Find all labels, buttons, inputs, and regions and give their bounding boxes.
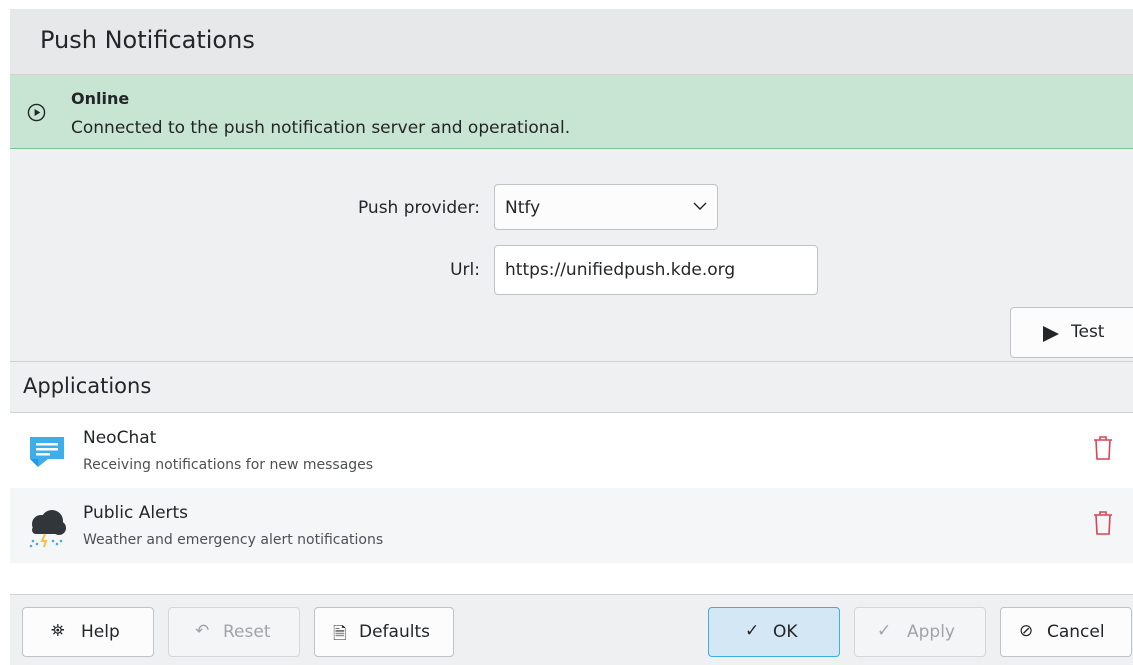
settings-panel: Push provider: Ntfy Url: Test	[10, 149, 1133, 362]
cancel-icon: ⊘	[1019, 621, 1034, 641]
list-item[interactable]: NeoChat Receiving notifications for new …	[10, 413, 1133, 488]
push-provider-label: Push provider:	[357, 198, 480, 218]
defaults-button-label: Defaults	[359, 622, 430, 642]
apply-button[interactable]: ✓ Apply	[854, 607, 986, 657]
status-message: Connected to the push notification serve…	[71, 118, 571, 138]
trash-icon[interactable]	[1092, 510, 1114, 536]
trash-icon[interactable]	[1092, 435, 1114, 461]
page-header: Push Notifications	[10, 9, 1133, 75]
url-label: Url:	[450, 260, 480, 280]
reset-button-label: Reset	[223, 622, 271, 642]
chevron-down-icon	[693, 202, 707, 210]
app-description: Receiving notifications for new messages	[83, 457, 374, 473]
help-button-label: Help	[81, 622, 120, 642]
list-item[interactable]: Public Alerts Weather and emergency aler…	[10, 488, 1133, 563]
apply-button-label: Apply	[907, 622, 955, 642]
page-title: Push Notifications	[40, 26, 255, 54]
status-title: Online	[71, 89, 130, 108]
test-button-label: Test	[1071, 322, 1105, 342]
ok-button-label: OK	[773, 622, 798, 642]
url-input[interactable]	[494, 245, 818, 295]
app-name: Public Alerts	[83, 503, 189, 523]
ok-button[interactable]: ✓ OK	[708, 607, 840, 657]
undo-icon: ↶	[195, 621, 210, 641]
push-provider-value: Ntfy	[505, 198, 541, 218]
checkmark-icon: ✓	[877, 621, 892, 641]
play-circle-icon	[27, 103, 46, 122]
checkmark-icon: ✓	[745, 621, 760, 641]
defaults-button[interactable]: 🗎 Defaults	[314, 607, 454, 657]
test-button[interactable]: Test	[1010, 307, 1133, 358]
applications-header: Applications	[10, 362, 1133, 413]
reset-button[interactable]: ↶ Reset	[168, 607, 300, 657]
neochat-icon	[30, 437, 64, 467]
help-button[interactable]: ⛯ Help	[22, 607, 154, 657]
document-revert-icon: 🗎	[333, 624, 347, 644]
help-icon: ⛯	[51, 621, 65, 641]
weather-alert-icon	[29, 510, 66, 548]
dialog-button-bar: ⛯ Help ↶ Reset 🗎 Defaults ✓ OK ✓ Apply ⊘…	[10, 594, 1133, 665]
cancel-button[interactable]: ⊘ Cancel	[1000, 607, 1132, 657]
status-banner: Online Connected to the push notificatio…	[10, 75, 1133, 149]
play-icon	[1043, 326, 1059, 342]
app-name: NeoChat	[83, 428, 157, 448]
cancel-button-label: Cancel	[1047, 622, 1105, 642]
applications-title: Applications	[23, 374, 152, 398]
app-description: Weather and emergency alert notification…	[83, 532, 384, 548]
push-provider-select[interactable]: Ntfy	[494, 184, 718, 230]
